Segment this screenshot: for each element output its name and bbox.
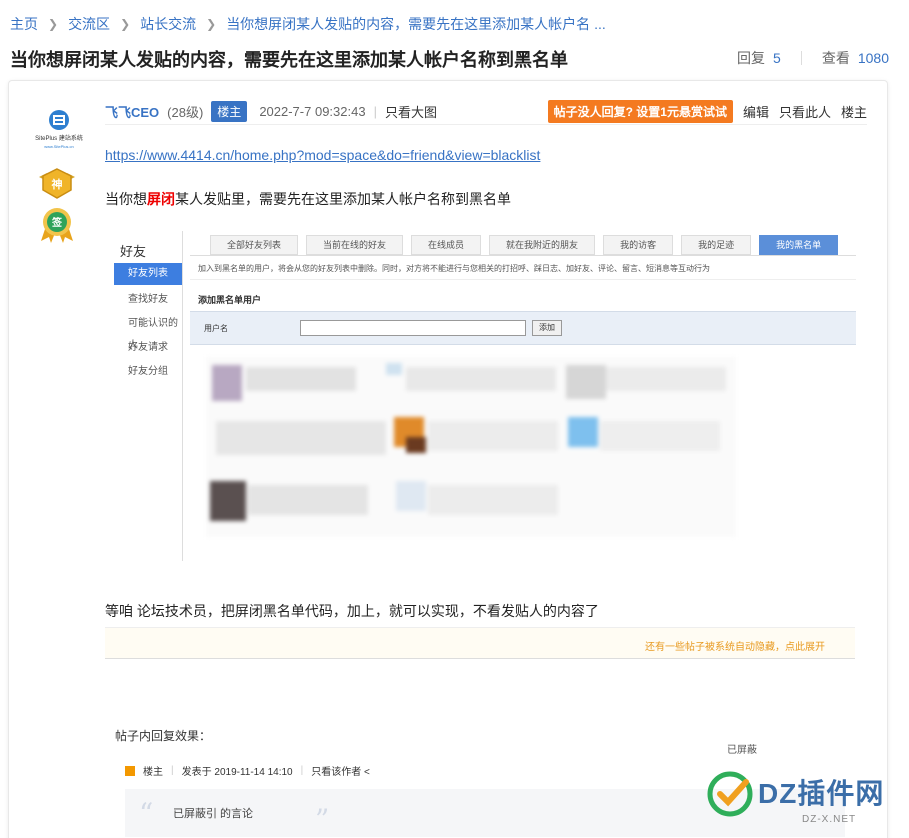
add-blacklist-title: 添加黑名单用户	[198, 295, 262, 305]
tab-my-footprints: 我的足迹	[681, 235, 752, 255]
username-input	[300, 320, 526, 336]
breadcrumb-forum-area[interactable]: 交流区	[68, 14, 110, 34]
thread-stats: 回复 5 查看 1080	[737, 48, 889, 68]
reply-floor: 楼主	[143, 767, 163, 778]
thread-title: 当你想屏闭某人发贴的内容，需要先在这里添加某人帐户名称到黑名单	[10, 50, 568, 70]
edit-link[interactable]: 编辑	[743, 102, 769, 121]
side-item-friend-groups: 好友分组	[128, 366, 168, 377]
set-reward-button[interactable]: 帖子没人回复? 设置1元悬赏试试	[547, 100, 733, 123]
post-card: SitePlus 建站系统 www.SitePlus.cn 神 签 飞飞CEO …	[8, 80, 888, 838]
add-button: 添加	[532, 320, 562, 336]
sign-in-medal-icon[interactable]: 签	[37, 205, 77, 245]
tab-my-blacklist: 我的黑名单	[759, 235, 839, 255]
chevron-right-icon: ❯	[48, 17, 59, 31]
siteplus-logo-icon: SitePlus 建站系统 www.SitePlus.cn	[35, 110, 83, 149]
svg-text:签: 签	[51, 216, 63, 229]
shielded-tag: 已屏蔽	[727, 745, 757, 756]
header-separator: |	[373, 104, 377, 119]
reply-count: 5	[773, 50, 781, 66]
svg-text:神: 神	[52, 177, 63, 191]
tab-underline	[190, 255, 856, 256]
view-count: 1080	[857, 50, 889, 66]
only-this-author-link[interactable]: 只看此人	[779, 102, 831, 121]
floor-owner-icon	[125, 765, 135, 776]
reply-only-author: 只看该作者 <	[311, 767, 370, 778]
post-time: 2022-7-7 09:32:43	[259, 104, 366, 119]
side-divider	[182, 231, 183, 561]
stats-divider	[800, 51, 802, 65]
author-name[interactable]: 飞飞CEO	[105, 102, 159, 121]
friends-side-title: 好友	[120, 244, 147, 259]
close-quote-icon: ”	[315, 803, 330, 836]
blurred-user-grid	[206, 357, 736, 537]
blacklist-hint: 加入到黑名单的用户，将会从您的好友列表中删除。同时，对方将不能进行与您相关的打招…	[198, 264, 710, 273]
post-header: 飞飞CEO (28级) 楼主 2022-7-7 09:32:43 | 只看大图 …	[105, 99, 867, 125]
post-text-line-2: 等咱 论坛技术员，把屏闭黑名单代码，加上，就可以实现，不看发贴人的内容了	[105, 603, 599, 619]
embedded-tip-bar: 还有一些帖子被系统自动隐藏，点此展开	[105, 627, 855, 659]
tab-all-friends: 全部好友列表	[210, 235, 299, 255]
site-watermark: DZ插件网 DZ-X.NET	[706, 766, 906, 836]
tab-online-members: 在线成员	[411, 235, 482, 255]
hint-divider	[190, 279, 856, 280]
view-big-image-link[interactable]: 只看大图	[385, 102, 437, 121]
reply-label: 回复	[737, 50, 766, 66]
breadcrumb: 主页 ❯ 交流区 ❯ 站长交流 ❯ 当你想屏闭某人发贴的内容，需要先在这里添加某…	[10, 14, 606, 34]
reply-separator: |	[300, 765, 304, 776]
post-actions: 帖子没人回复? 设置1元悬赏试试 编辑 只看此人 楼主	[547, 100, 867, 123]
post-text-line-1: 当你想屏闭某人发贴里，需要先在这里添加某人帐户名称到黑名单	[105, 191, 511, 207]
side-item-friend-requests: 好友请求	[128, 342, 168, 353]
shielded-quote-text: 已屏蔽引 的言论	[173, 808, 254, 820]
floor-label: 楼主	[840, 105, 867, 120]
watermark-text: DZ插件网	[758, 778, 885, 809]
add-blacklist-form: 用户名 添加	[190, 311, 856, 345]
tab-nearby-friends: 就在我附近的朋友	[489, 235, 596, 255]
watermark-url: DZ-X.NET	[802, 814, 857, 825]
god-medal-icon[interactable]: 神	[37, 167, 77, 207]
watermark-logo-icon	[707, 771, 753, 817]
chevron-right-icon: ❯	[206, 17, 217, 31]
reply-time: 发表于 2019-11-14 14:10	[181, 767, 293, 778]
breadcrumb-current-thread[interactable]: 当你想屏闭某人发贴的内容，需要先在这里添加某人帐户名 ...	[226, 14, 606, 34]
reply-effect-label: 帖子内回复效果：	[115, 729, 212, 743]
blacklist-link[interactable]: https://www.4414.cn/home.php?mod=space&d…	[105, 147, 540, 163]
chevron-right-icon: ❯	[120, 17, 131, 31]
svg-text:www.SitePlus.cn: www.SitePlus.cn	[44, 144, 74, 149]
side-item-may-know: 可能认识的人	[128, 318, 178, 351]
tab-online-friends: 当前在线的好友	[306, 235, 404, 255]
owner-badge: 楼主	[211, 101, 248, 122]
hidden-posts-tip: 还有一些帖子被系统自动隐藏，点此展开	[645, 642, 825, 653]
side-item-friend-list: 好友列表	[114, 263, 182, 285]
open-quote-icon: “	[139, 797, 154, 830]
svg-text:SitePlus 建站系统: SitePlus 建站系统	[35, 134, 83, 142]
view-label: 查看	[821, 50, 850, 66]
breadcrumb-board[interactable]: 站长交流	[140, 14, 196, 34]
side-item-find-friend: 查找好友	[128, 294, 168, 305]
tab-my-visitors: 我的访客	[603, 235, 674, 255]
avatar[interactable]: SitePlus 建站系统 www.SitePlus.cn	[29, 106, 89, 156]
embedded-screenshot-blacklist[interactable]: 好友 好友列表 查找好友 可能认识的人 好友请求 好友分组 全部好友列表 当前在…	[106, 211, 856, 561]
breadcrumb-home[interactable]: 主页	[10, 14, 38, 34]
highlight-text: 屏闭	[147, 191, 175, 207]
reply-separator: |	[171, 765, 174, 776]
reply-header: 楼主 | 发表于 2019-11-14 14:10 | 只看该作者 <	[125, 763, 370, 778]
username-label: 用户名	[204, 324, 228, 333]
author-level: (28级)	[167, 105, 204, 120]
friend-tabs: 全部好友列表 当前在线的好友 在线成员 就在我附近的朋友 我的访客 我的足迹 我…	[210, 235, 839, 255]
